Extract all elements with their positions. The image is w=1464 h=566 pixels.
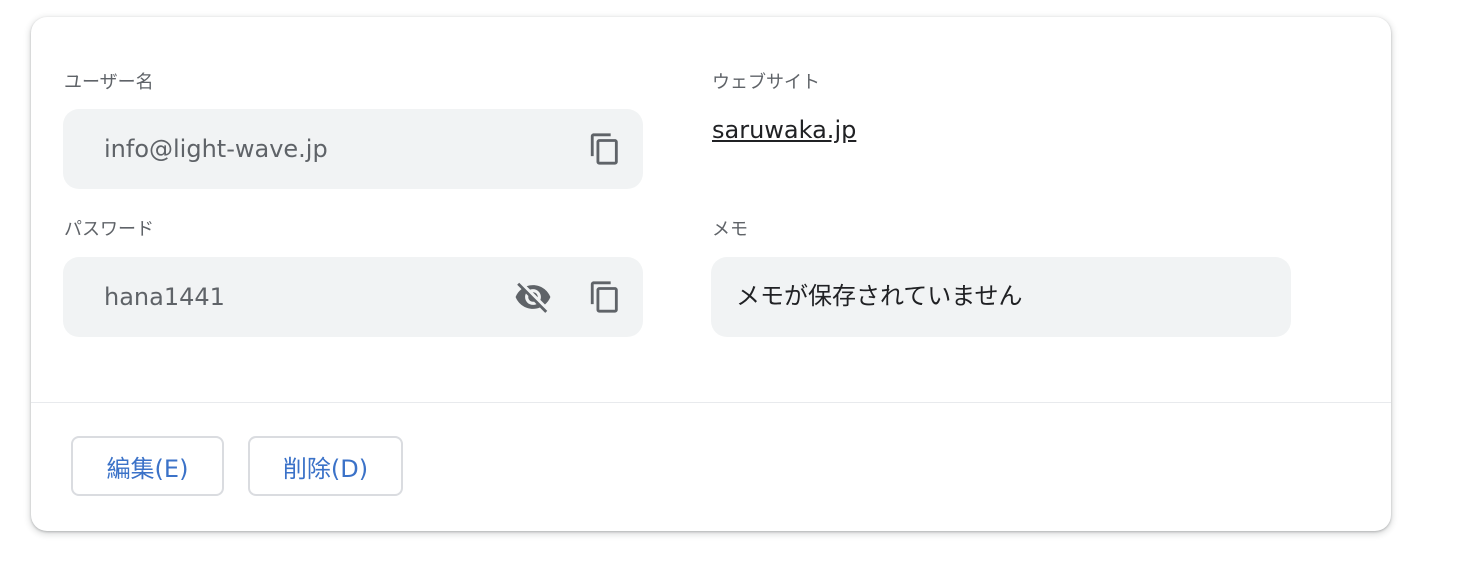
username-field: info@light-wave.jp <box>63 109 643 189</box>
password-value: hana1441 <box>104 283 225 311</box>
website-link[interactable]: saruwaka.jp <box>712 116 856 144</box>
copy-icon <box>590 281 618 313</box>
password-field: hana1441 <box>63 257 643 337</box>
memo-field: メモが保存されていません <box>711 257 1291 337</box>
username-value: info@light-wave.jp <box>104 135 328 163</box>
password-label: パスワード <box>64 219 154 240</box>
edit-button[interactable]: 編集(E) <box>71 436 224 496</box>
copy-icon <box>590 133 618 165</box>
eye-off-icon <box>515 282 551 313</box>
memo-label: メモ <box>712 219 748 240</box>
copy-password-button[interactable] <box>585 277 625 317</box>
memo-value: メモが保存されていません <box>736 282 1023 310</box>
toggle-password-visibility-button[interactable] <box>513 277 553 317</box>
password-detail-card: ユーザー名 info@light-wave.jp ウェブサイト saruwaka… <box>31 17 1391 531</box>
website-label: ウェブサイト <box>712 72 820 93</box>
delete-button[interactable]: 削除(D) <box>248 436 403 496</box>
copy-username-button[interactable] <box>585 129 625 169</box>
username-label: ユーザー名 <box>64 72 154 93</box>
divider <box>31 402 1391 403</box>
